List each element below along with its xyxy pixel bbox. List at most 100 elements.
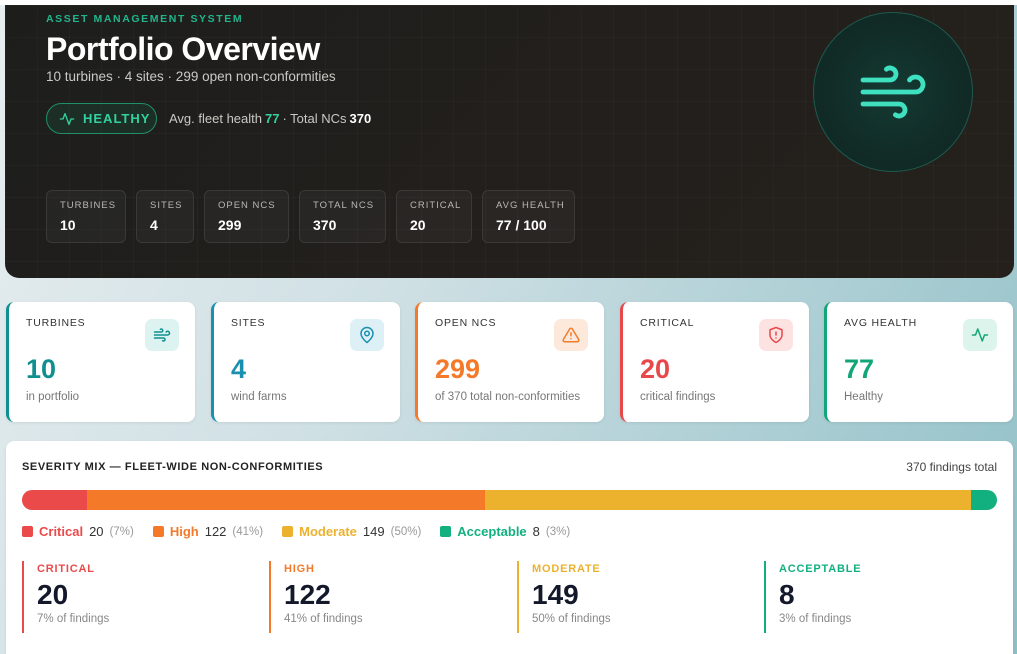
tile-value: 8 <box>779 579 795 610</box>
legend-percent: (7%) <box>109 525 134 538</box>
severity-tile-acceptable: ACCEPTABLE 8 3% of findings <box>764 561 1004 633</box>
chip-label: CRITICAL <box>410 200 462 211</box>
legend-count: 122 <box>204 524 227 539</box>
kpi-subtext: critical findings <box>640 391 716 403</box>
legend-count: 149 <box>362 524 385 539</box>
status-label: HEALTHY <box>83 111 151 126</box>
legend-name: Acceptable <box>457 524 527 539</box>
kpi-value: 10 <box>26 354 57 384</box>
chip-value: 299 <box>218 217 242 233</box>
tile-label: ACCEPTABLE <box>779 563 862 575</box>
tile-value: 20 <box>37 579 69 610</box>
kpi-icon-badge <box>350 319 384 351</box>
tile-subtext: 3% of findings <box>779 613 852 625</box>
legend-swatch <box>22 526 33 537</box>
chip-total-ncs: TOTAL NCS 370 <box>299 190 386 243</box>
wind-emblem <box>813 12 973 172</box>
severity-segment-acceptable <box>970 490 997 510</box>
legend-item-moderate: Moderate 149 (50%) <box>282 524 421 539</box>
chip-turbines: TURBINES 10 <box>46 190 126 243</box>
kpi-icon-badge <box>759 319 793 351</box>
warning-triangle-icon <box>562 327 580 343</box>
activity-icon <box>971 328 989 342</box>
legend-percent: (50%) <box>390 525 422 538</box>
kpi-card-critical[interactable]: CRITICAL 20 critical findings <box>620 302 809 422</box>
chip-label: TOTAL NCS <box>313 200 375 211</box>
kpi-value: 20 <box>640 354 671 384</box>
legend-percent: (41%) <box>232 525 264 538</box>
kpi-icon-badge <box>963 319 997 351</box>
tile-value: 149 <box>532 579 579 610</box>
legend-item-critical: Critical 20 (7%) <box>22 524 134 539</box>
legend-name: Moderate <box>299 524 357 539</box>
status-badge: HEALTHY <box>46 103 157 134</box>
app-eyebrow: ASSET MANAGEMENT SYSTEM <box>46 13 244 25</box>
health-prefix: Avg. fleet health <box>169 111 262 126</box>
fleet-health-summary: Avg. fleet health 77 · Total NCs 370 <box>169 111 371 126</box>
severity-tile-moderate: MODERATE 149 50% of findings <box>517 561 757 633</box>
chip-label: TURBINES <box>60 200 117 211</box>
legend-swatch <box>282 526 294 537</box>
chip-label: OPEN NCS <box>218 200 276 211</box>
summary-chips: TURBINES 10 SITES 4 OPEN NCS 299 TOTAL N… <box>46 190 575 243</box>
wind-icon <box>860 65 926 119</box>
kpi-icon-badge <box>554 319 588 351</box>
tile-label: CRITICAL <box>37 563 95 575</box>
chip-value: 370 <box>313 217 337 233</box>
shield-alert-icon <box>769 326 783 344</box>
portfolio-hero: ASSET MANAGEMENT SYSTEM Portfolio Overvi… <box>5 5 1014 278</box>
chip-avg-health: AVG HEALTH 77 / 100 <box>482 190 575 243</box>
legend-percent: (3%) <box>545 525 571 538</box>
kpi-subtext: in portfolio <box>26 391 80 403</box>
map-pin-icon <box>360 326 374 344</box>
severity-mix-panel: SEVERITY MIX — FLEET-WIDE NON-CONFORMITI… <box>6 441 1013 654</box>
severity-title: SEVERITY MIX — FLEET-WIDE NON-CONFORMITI… <box>22 461 324 473</box>
chip-sites: SITES 4 <box>136 190 194 243</box>
kpi-subtext: Healthy <box>844 391 883 403</box>
kpi-value: 299 <box>435 354 481 384</box>
kpi-icon-badge <box>145 319 179 351</box>
total-value: 370 <box>349 111 372 126</box>
kpi-card-open-ncs[interactable]: OPEN NCS 299 of 370 total non-conformiti… <box>415 302 604 422</box>
kpi-value: 77 <box>844 354 875 384</box>
tile-subtext: 7% of findings <box>37 613 110 625</box>
kpi-subtext: wind farms <box>231 391 287 403</box>
kpi-card-avg-health[interactable]: AVG HEALTH 77 Healthy <box>824 302 1013 422</box>
kpi-card-sites[interactable]: SITES 4 wind farms <box>211 302 400 422</box>
severity-tile-high: HIGH 122 41% of findings <box>269 561 509 633</box>
legend-item-high: High 122 (41%) <box>152 524 264 539</box>
total-prefix: · Total NCs <box>282 111 347 126</box>
kpi-value: 4 <box>231 354 247 384</box>
page-subtitle: 10 turbines · 4 sites · 299 open non-con… <box>46 69 336 84</box>
tile-label: MODERATE <box>532 563 601 575</box>
chip-label: AVG HEALTH <box>496 200 565 211</box>
chip-value: 4 <box>150 217 158 233</box>
legend-count: 8 <box>532 524 540 539</box>
page-title: Portfolio Overview <box>46 31 320 67</box>
health-value: 77 <box>265 111 280 126</box>
wind-icon <box>153 328 171 342</box>
tile-label: HIGH <box>284 563 315 575</box>
chip-critical: CRITICAL 20 <box>396 190 472 243</box>
activity-icon <box>59 112 75 125</box>
kpi-card-turbines[interactable]: TURBINES 10 in portfolio <box>6 302 195 422</box>
severity-total: 370 findings total <box>906 460 997 474</box>
severity-segment-high <box>87 490 486 510</box>
severity-segment-critical <box>22 490 88 510</box>
legend-name: High <box>169 524 199 539</box>
severity-tile-critical: CRITICAL 20 7% of findings <box>22 561 262 633</box>
kpi-subtext: of 370 total non-conformities <box>435 391 581 403</box>
tile-value: 122 <box>284 579 331 610</box>
legend-count: 20 <box>89 524 104 539</box>
legend-swatch <box>152 526 164 537</box>
chip-open-ncs: OPEN NCS 299 <box>204 190 289 243</box>
chip-value: 10 <box>60 217 76 233</box>
legend-item-acceptable: Acceptable 8 (3%) <box>440 524 570 539</box>
severity-segment-moderate <box>485 490 971 510</box>
chip-label: SITES <box>150 200 183 211</box>
legend-name: Critical <box>39 524 84 539</box>
severity-stacked-bar <box>22 490 997 510</box>
chip-value: 20 <box>410 217 426 233</box>
chip-value: 77 / 100 <box>496 217 547 233</box>
legend-swatch <box>440 526 452 537</box>
